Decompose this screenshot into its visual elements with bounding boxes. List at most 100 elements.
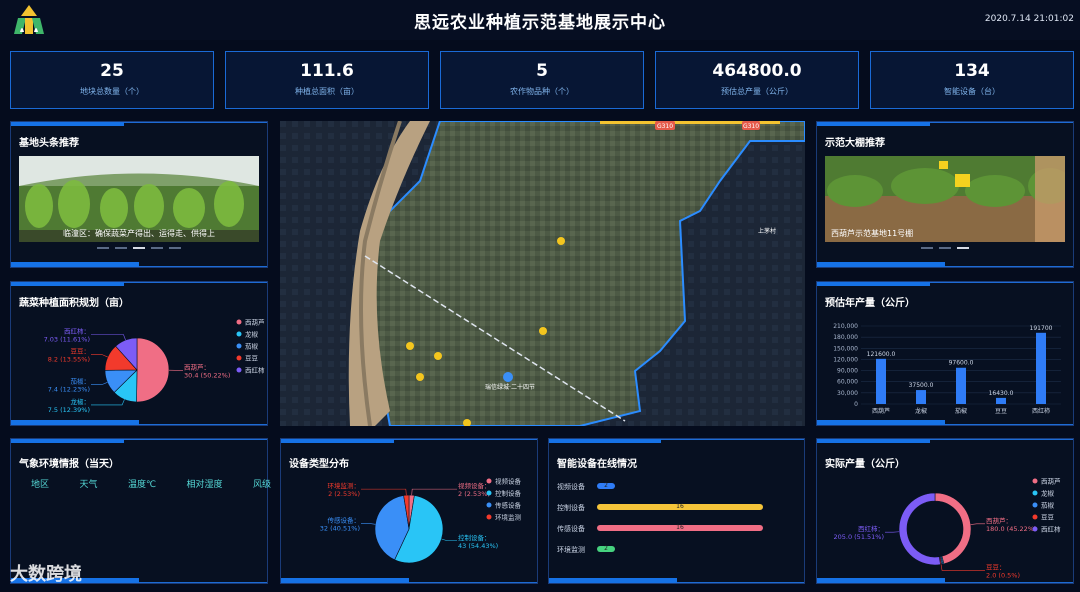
- header: 思远农业种植示范基地展示中心 2020.7.14 21:01:02: [0, 0, 1080, 40]
- carousel-dots[interactable]: [817, 247, 1073, 249]
- stat-value: 5: [536, 61, 548, 81]
- greenhouse-caption: 西葫芦示范基地11号棚: [831, 229, 914, 238]
- panel-title: 设备类型分布: [289, 459, 349, 470]
- panel-title: 实际产量（公斤）: [825, 459, 905, 470]
- pie-leader-line: [361, 523, 376, 525]
- legend-label: 环境监测: [495, 513, 522, 522]
- pie-label-value: 2 (2.53%): [458, 490, 490, 498]
- device-row-bar[interactable]: 16: [597, 504, 763, 510]
- legend-label: 控制设备: [495, 489, 522, 498]
- y-tick-label: 60,000: [837, 379, 858, 386]
- pie-slice[interactable]: [934, 492, 972, 565]
- greenhouse-panel: 示范大棚推荐 西葫芦示范基地11号棚: [816, 121, 1074, 268]
- x-tick-label: 豆豆: [995, 408, 1007, 415]
- stat-card-yield: 464800.0 预估总产量（公斤）: [655, 51, 859, 109]
- stat-card-devices: 134 智能设备（台）: [870, 51, 1074, 109]
- bar-value-label: 97600.0: [949, 360, 974, 367]
- stat-card-plots: 25 地块总数量（个）: [10, 51, 214, 109]
- pie-label-name: 传感设备：: [328, 515, 361, 524]
- legend-swatch: [1032, 502, 1038, 508]
- col-weather: 天气: [79, 480, 98, 490]
- y-tick-label: 120,000: [833, 356, 858, 363]
- y-tick-label: 30,000: [837, 390, 858, 397]
- pie-leader-line: [970, 523, 985, 525]
- carousel-dots[interactable]: [11, 247, 267, 249]
- legend-label: 豆豆: [245, 355, 259, 363]
- place-label: 上茅村: [758, 227, 776, 235]
- planting-pie-chart: 西葫芦：30.4 (50.22%) 龙椒：7.5 (12.39%) 茄椒：7.4 (…: [44, 318, 265, 414]
- legend-label: 西红柿: [1041, 525, 1061, 534]
- pie-label-value: 2 (2.53%): [328, 490, 360, 498]
- pie-label-value: 43 (54.43%): [458, 542, 498, 550]
- bar-value-label: 191700: [1030, 325, 1053, 332]
- legend-swatch: [236, 331, 242, 337]
- bar[interactable]: [1036, 332, 1046, 404]
- pie-label-name: 西葫芦：: [184, 362, 210, 371]
- pie-label-name: 豆豆：: [71, 348, 91, 356]
- y-tick-label: 0: [854, 401, 858, 408]
- stat-label: 种植总面积（亩）: [295, 87, 359, 96]
- x-tick-label: 茄椒: [955, 407, 967, 415]
- y-tick-label: 150,000: [833, 345, 858, 352]
- place-label: 瑞信绿城·二十四节: [485, 383, 535, 391]
- pie-slice[interactable]: [898, 492, 941, 566]
- legend-label: 视频设备: [495, 477, 522, 486]
- pie-label-value: 205.0 (51.51%): [833, 533, 884, 541]
- bar[interactable]: [916, 390, 926, 404]
- bar[interactable]: [996, 397, 1006, 404]
- stat-value: 25: [100, 61, 124, 81]
- pie-label-value: 8.2 (13.55%): [48, 356, 90, 364]
- pie-label-name: 控制设备：: [458, 533, 491, 542]
- legend-swatch: [1032, 478, 1038, 484]
- pie-leader-line: [361, 488, 407, 496]
- device-type-pie-chart: 视频设备：2 (2.53%)控制设备：43 (54.43%)传感设备：32 (4…: [320, 477, 522, 564]
- legend-label: 传感设备: [495, 501, 522, 510]
- pie-label-name: 西红柿：: [858, 524, 884, 533]
- road-label: G310: [743, 123, 759, 130]
- news-panel: 基地头条推荐 临潼区：确保蔬菜产得出、运得走、供得上: [10, 121, 268, 268]
- stat-value: 111.6: [300, 61, 354, 81]
- pie-label-name: 茄椒：: [71, 377, 91, 386]
- bar-value-label: 121600.0: [867, 351, 896, 358]
- bar[interactable]: [876, 358, 886, 404]
- pie-slice[interactable]: [136, 337, 170, 403]
- actual-yield-panel: 实际产量（公斤） 西葫芦： 180.0 (45.22%) 豆豆： 2.0 (0.5%)…: [816, 438, 1074, 584]
- device-row-bar[interactable]: 2: [597, 483, 615, 489]
- device-type-panel: 设备类型分布 视频设备： 2 (2.53%) 控制设备： 43 (54.43%) 传感设…: [280, 438, 538, 584]
- satellite-map[interactable]: G310 G310 瑞信绿城·二十四节 上茅村: [280, 121, 805, 426]
- legend-swatch: [236, 355, 242, 361]
- map-canvas: G310 G310 瑞信绿城·二十四节 上茅村: [280, 121, 805, 426]
- device-row-label: 控制设备: [557, 504, 585, 512]
- watermark: 大数跨境: [10, 564, 82, 585]
- actual-yield-donut-chart: 西葫芦：180.0 (45.22%) 豆豆：2.0 (0.5%) 西红柿：205.0…: [833, 477, 1061, 580]
- planting-pie-panel: 蔬菜种植面积规划（亩） 西葫芦： 30.4 (50.22%) 龙椒： 7.5 (12.…: [10, 281, 268, 426]
- stat-card-area: 111.6 种植总面积（亩）: [225, 51, 429, 109]
- legend-swatch: [486, 514, 492, 520]
- online-devices-panel: 智能设备在线情况 视频设备 2 控制设备 16 传感设备 16 环境监测 2: [548, 438, 805, 584]
- device-row-bar[interactable]: 2: [597, 546, 615, 552]
- pie-label-value: 7.5 (12.39%): [48, 406, 90, 414]
- panel-title: 预估年产量（公斤）: [825, 298, 915, 309]
- device-row-label: 传感设备: [557, 525, 585, 533]
- pie-leader-line: [91, 399, 125, 406]
- pie-label-name: 视频设备：: [458, 481, 491, 490]
- y-tick-label: 210,000: [833, 323, 858, 330]
- legend-label: 西葫芦: [1041, 477, 1061, 486]
- legend-swatch: [1032, 490, 1038, 496]
- col-humidity: 相对湿度: [186, 480, 223, 490]
- device-row-label: 环境监测: [557, 546, 585, 554]
- stat-value: 134: [954, 61, 990, 81]
- stat-label: 地块总数量（个）: [80, 87, 144, 96]
- legend-label: 龙椒: [245, 330, 259, 339]
- weather-header: 地区 天气 温度℃ 相对湿度 风级: [31, 477, 271, 490]
- bar[interactable]: [956, 367, 966, 404]
- pie-label-value: 7.03 (11.61%): [44, 336, 90, 344]
- legend-swatch: [486, 478, 492, 484]
- news-photo[interactable]: 临潼区：确保蔬菜产得出、运得走、供得上: [19, 156, 259, 242]
- device-row-bar[interactable]: 16: [597, 525, 763, 531]
- greenhouse-photo[interactable]: 西葫芦示范基地11号棚: [825, 156, 1065, 242]
- pie-leader-line: [441, 538, 457, 542]
- pie-leader-line: [940, 564, 985, 571]
- pie-leader-line: [91, 382, 108, 385]
- bar-value-label: 16430.0: [989, 390, 1014, 397]
